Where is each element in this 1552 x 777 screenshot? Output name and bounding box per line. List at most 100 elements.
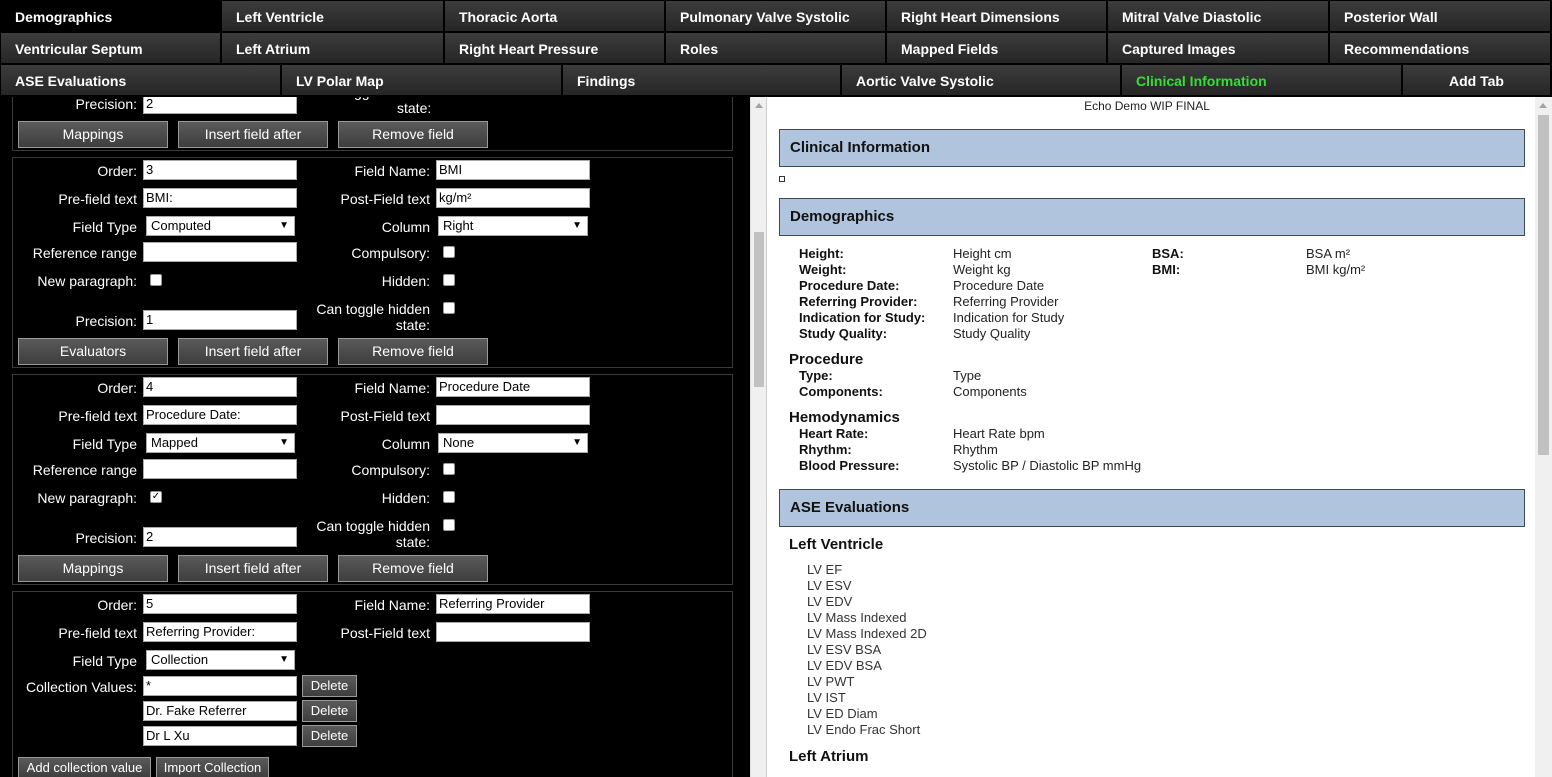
demographic-value: Indication for Study	[953, 310, 1065, 325]
import-collection-button[interactable]: Import Collection	[156, 757, 269, 777]
add-collection-value-button[interactable]: Add collection value	[18, 757, 151, 777]
tab-aortic-valve-systolic[interactable]: Aortic Valve Systolic	[842, 65, 1122, 96]
reference-range-input[interactable]	[143, 242, 297, 262]
tab-right-heart-pressure[interactable]: Right Heart Pressure	[445, 33, 666, 64]
scroll-up-arrow-icon[interactable]	[755, 103, 763, 108]
collection-value-input[interactable]: *	[143, 676, 297, 696]
tab-lv-polar-map[interactable]: LV Polar Map	[282, 65, 563, 96]
tab-thoracic-aorta[interactable]: Thoracic Aorta	[445, 1, 666, 32]
tab-demographics[interactable]: Demographics	[1, 1, 222, 32]
precision-input[interactable]: 1	[143, 310, 297, 330]
precision-input[interactable]: 2	[143, 97, 297, 114]
remove-field-button[interactable]: Remove field	[338, 555, 488, 582]
demographic-label: Study Quality:	[799, 326, 888, 341]
mappings-button[interactable]: Mappings	[18, 555, 168, 582]
hidden-label: Hidden:	[381, 273, 430, 289]
collection-value-input[interactable]: Dr L Xu	[143, 726, 297, 746]
field-type-select[interactable]: Collection ▼	[146, 650, 295, 670]
new-paragraph-label: New paragraph:	[37, 490, 137, 506]
can-toggle-checkbox[interactable]	[443, 302, 455, 314]
precision-label: Precision:	[75, 313, 137, 329]
tab-bar: Demographics Left Ventricle Thoracic Aor…	[0, 0, 1552, 97]
can-toggle-label-cut: gg	[354, 97, 370, 100]
remove-field-button[interactable]: Remove field	[338, 338, 488, 365]
pre-field-label: Pre-field text	[58, 408, 137, 424]
demographic-label: BSA:	[1152, 246, 1184, 261]
tab-clinical-information[interactable]: Clinical Information	[1122, 65, 1403, 96]
tab-findings[interactable]: Findings	[563, 65, 842, 96]
demographic-value: Height cm	[953, 246, 1012, 261]
hidden-checkbox[interactable]	[443, 274, 455, 286]
preview-scrollbar[interactable]	[1535, 97, 1552, 777]
scroll-up-arrow-icon[interactable]	[1539, 103, 1547, 108]
lv-measurement-item: LV EF	[807, 562, 843, 577]
field-name-input[interactable]: BMI	[436, 160, 590, 180]
order-input[interactable]: 4	[143, 377, 297, 397]
field-name-input[interactable]: Procedure Date	[436, 377, 590, 397]
remove-field-button[interactable]: Remove field	[338, 121, 488, 148]
insert-field-after-button[interactable]: Insert field after	[178, 555, 328, 582]
collection-values-label: Collection Values:	[25, 679, 137, 695]
order-input[interactable]: 5	[143, 594, 297, 614]
tab-pulmonary-valve-systolic[interactable]: Pulmonary Valve Systolic	[666, 1, 887, 32]
demographic-label: Height:	[799, 246, 844, 261]
tab-mapped-fields[interactable]: Mapped Fields	[887, 33, 1108, 64]
hemodynamics-value: Rhythm	[953, 442, 998, 457]
tab-left-atrium[interactable]: Left Atrium	[222, 33, 445, 64]
mappings-button[interactable]: Mappings	[18, 121, 168, 148]
tab-left-ventricle[interactable]: Left Ventricle	[222, 1, 445, 32]
collection-value-input[interactable]: Dr. Fake Referrer	[143, 701, 297, 721]
field-name-input[interactable]: Referring Provider	[436, 594, 590, 614]
field-type-select[interactable]: Computed ▼	[146, 216, 295, 236]
tab-captured-images[interactable]: Captured Images	[1108, 33, 1330, 64]
dropdown-arrow-icon: ▼	[572, 437, 582, 448]
hemodynamics-label: Blood Pressure:	[799, 458, 900, 473]
column-label: Column	[381, 219, 430, 235]
insert-field-after-button[interactable]: Insert field after	[178, 338, 328, 365]
dropdown-arrow-icon: ▼	[279, 220, 289, 231]
column-select[interactable]: Right ▼	[438, 216, 588, 236]
add-tab-button[interactable]: Add Tab	[1403, 65, 1552, 96]
can-toggle-checkbox[interactable]	[443, 519, 455, 531]
new-paragraph-checkbox[interactable]	[150, 274, 162, 286]
tab-mitral-valve-diastolic[interactable]: Mitral Valve Diastolic	[1108, 1, 1330, 32]
field-type-select[interactable]: Mapped ▼	[146, 433, 295, 453]
tab-recommendations[interactable]: Recommendations	[1330, 33, 1552, 64]
order-input[interactable]: 3	[143, 160, 297, 180]
post-field-input[interactable]	[436, 622, 590, 642]
section-header-demographics: Demographics	[779, 198, 1525, 236]
insert-field-after-button[interactable]: Insert field after	[178, 121, 328, 148]
tab-posterior-wall[interactable]: Posterior Wall	[1330, 1, 1552, 32]
column-select[interactable]: None ▼	[438, 433, 588, 453]
tab-right-heart-dimensions[interactable]: Right Heart Dimensions	[887, 1, 1108, 32]
post-field-input[interactable]: kg/m²	[436, 188, 590, 208]
reference-range-input[interactable]	[143, 459, 297, 479]
evaluators-button[interactable]: Evaluators	[18, 338, 168, 365]
order-label: Order:	[97, 597, 137, 613]
column-value: None	[443, 435, 475, 450]
pre-field-input[interactable]: Referring Provider:	[143, 622, 297, 642]
order-label: Order:	[97, 380, 137, 396]
editor-scrollbar[interactable]	[750, 97, 766, 777]
tab-ase-evaluations[interactable]: ASE Evaluations	[1, 65, 282, 96]
scrollbar-thumb[interactable]	[754, 232, 764, 387]
lv-measurement-item: LV Endo Frac Short	[807, 722, 921, 737]
hidden-label: Hidden:	[381, 490, 430, 506]
compulsory-checkbox[interactable]	[443, 246, 455, 258]
pre-field-input[interactable]: BMI:	[143, 188, 297, 208]
hidden-checkbox[interactable]	[443, 491, 455, 503]
scrollbar-thumb[interactable]	[1538, 115, 1549, 455]
delete-collection-value-button[interactable]: Delete	[302, 675, 357, 697]
procedure-label: Type:	[799, 368, 833, 383]
new-paragraph-checkbox[interactable]: ✓	[150, 491, 162, 503]
demographic-value: Study Quality	[953, 326, 1031, 341]
lv-measurement-item: LV Mass Indexed 2D	[807, 626, 927, 641]
tab-ventricular-septum[interactable]: Ventricular Septum	[1, 33, 222, 64]
compulsory-checkbox[interactable]	[443, 463, 455, 475]
tab-roles[interactable]: Roles	[666, 33, 887, 64]
delete-collection-value-button[interactable]: Delete	[302, 700, 357, 722]
pre-field-input[interactable]: Procedure Date:	[143, 405, 297, 425]
precision-input[interactable]: 2	[143, 527, 297, 547]
delete-collection-value-button[interactable]: Delete	[302, 725, 357, 747]
post-field-input[interactable]	[436, 405, 590, 425]
